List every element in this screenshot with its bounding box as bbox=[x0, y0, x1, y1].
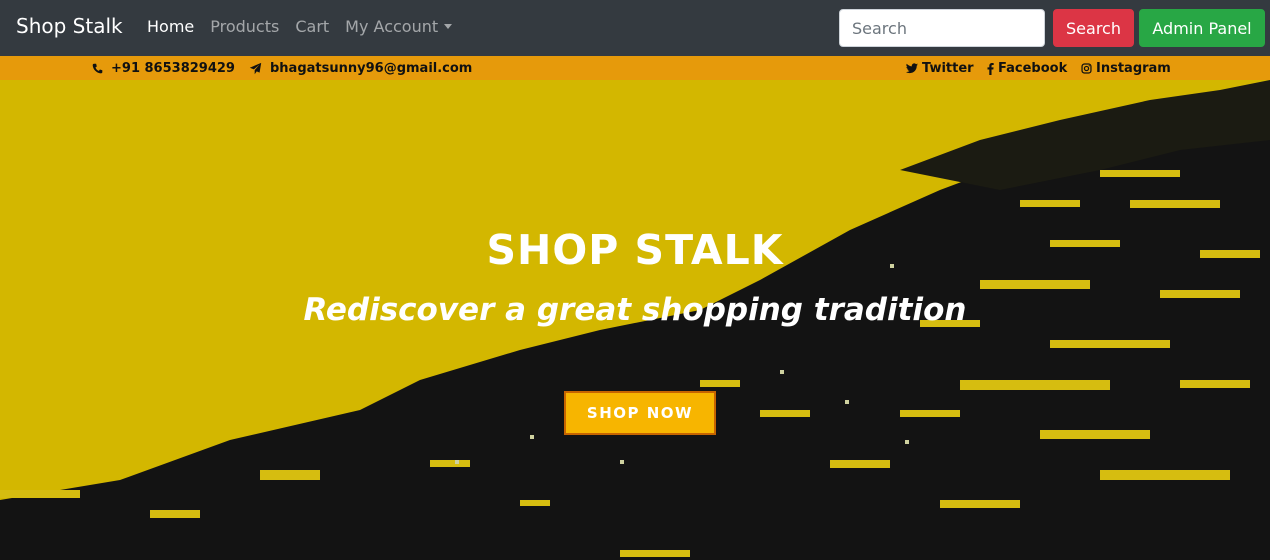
caret-down-icon bbox=[444, 24, 453, 29]
paper-plane-icon bbox=[249, 62, 262, 75]
nav-link-home[interactable]: Home bbox=[147, 17, 194, 36]
phone-icon bbox=[92, 63, 103, 74]
nav-links: Home Products Cart My Account bbox=[147, 17, 468, 36]
facebook-label: Facebook bbox=[998, 61, 1068, 76]
contact-bar: +91 8653829429 bhagatsunny96@gmail.com T… bbox=[0, 56, 1270, 80]
navbar: Shop Stalk Home Products Cart My Account… bbox=[0, 0, 1270, 56]
phone-info: +91 8653829429 bbox=[92, 61, 235, 76]
nav-dropdown-label: My Account bbox=[345, 17, 439, 36]
email-info: bhagatsunny96@gmail.com bbox=[249, 61, 472, 76]
twitter-label: Twitter bbox=[922, 61, 974, 76]
instagram-link[interactable]: Instagram bbox=[1081, 61, 1171, 76]
search-input[interactable] bbox=[839, 9, 1045, 47]
hero-banner: SHOP STALK Rediscover a great shopping t… bbox=[0, 80, 1270, 560]
facebook-link[interactable]: Facebook bbox=[987, 61, 1067, 76]
shop-now-button[interactable]: SHOP NOW bbox=[564, 391, 716, 435]
nav-dropdown-my-account[interactable]: My Account bbox=[345, 17, 453, 36]
twitter-link[interactable]: Twitter bbox=[906, 61, 974, 76]
email-address: bhagatsunny96@gmail.com bbox=[270, 61, 473, 76]
instagram-label: Instagram bbox=[1096, 61, 1171, 76]
nav-link-products[interactable]: Products bbox=[210, 17, 279, 36]
brand-logo[interactable]: Shop Stalk bbox=[16, 14, 123, 38]
facebook-icon bbox=[987, 62, 994, 75]
admin-panel-button[interactable]: Admin Panel bbox=[1139, 9, 1265, 47]
hero-tagline: Rediscover a great shopping tradition bbox=[303, 292, 967, 328]
instagram-icon bbox=[1081, 63, 1092, 74]
search-button[interactable]: Search bbox=[1053, 9, 1134, 47]
nav-link-cart[interactable]: Cart bbox=[295, 17, 329, 36]
hero-title: SHOP STALK bbox=[486, 226, 784, 274]
phone-number: +91 8653829429 bbox=[111, 61, 235, 76]
twitter-icon bbox=[906, 63, 918, 74]
